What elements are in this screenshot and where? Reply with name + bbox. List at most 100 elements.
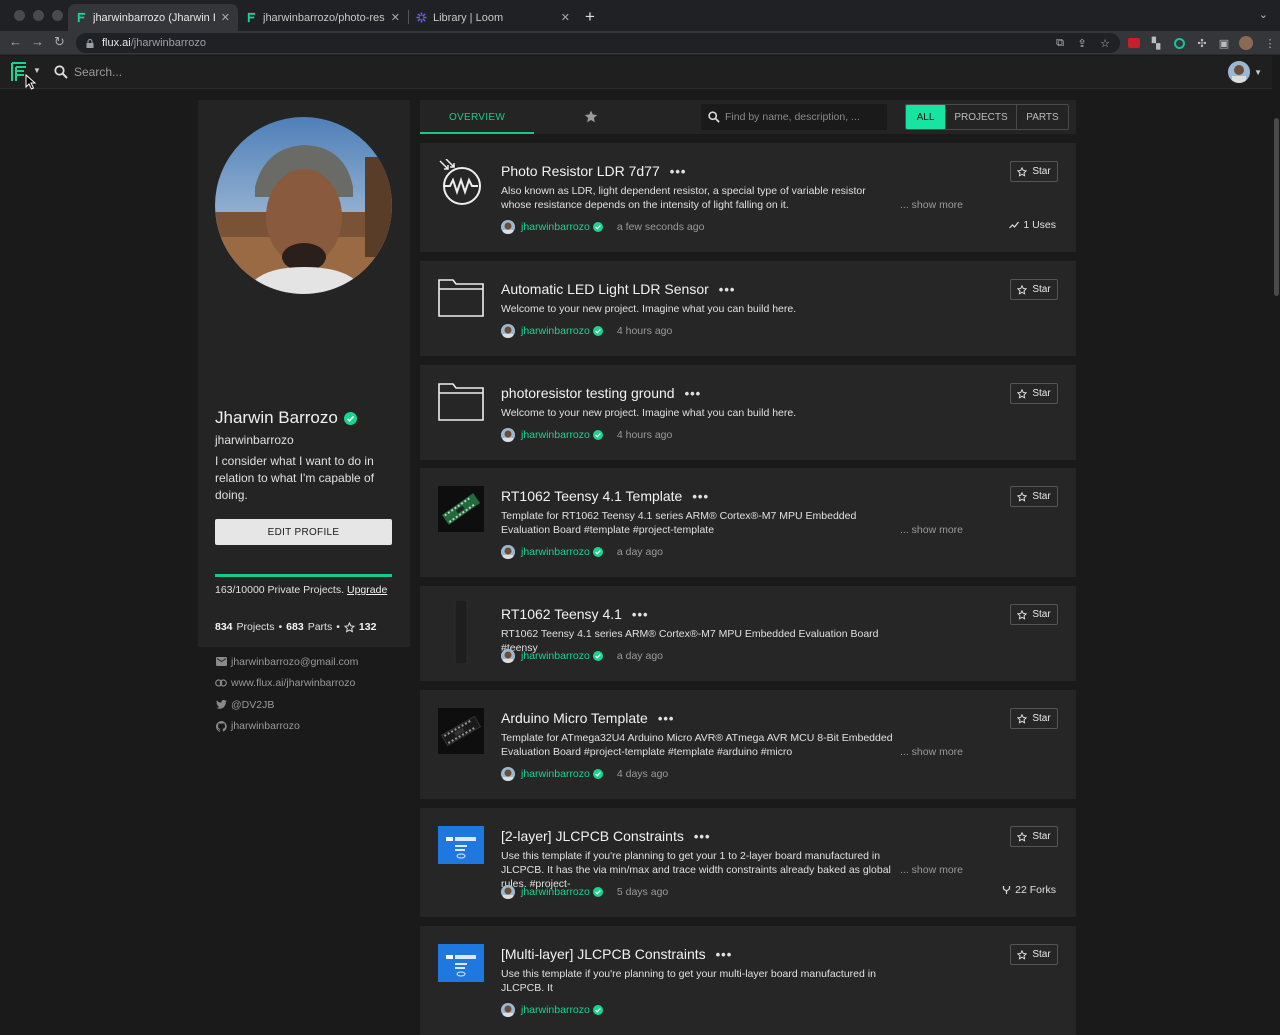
more-options-icon[interactable]: ••• <box>719 282 736 297</box>
more-options-icon[interactable]: ••• <box>658 711 675 726</box>
project-title[interactable]: Photo Resistor LDR 7d77 ••• <box>501 163 686 179</box>
author-name[interactable]: jharwinbarrozo <box>521 221 590 233</box>
author-name[interactable]: jharwinbarrozo <box>521 1004 590 1016</box>
star-button[interactable]: Star <box>1010 383 1058 404</box>
tab-search-chevron-icon[interactable]: ⌄ <box>1259 8 1268 21</box>
more-options-icon[interactable]: ••• <box>694 829 711 844</box>
author-avatar[interactable] <box>501 649 515 663</box>
tab-close-icon[interactable]: ✕ <box>221 11 230 24</box>
author-avatar[interactable] <box>501 767 515 781</box>
star-button[interactable]: Star <box>1010 944 1058 965</box>
author-avatar[interactable] <box>501 545 515 559</box>
project-card[interactable]: Photo Resistor LDR 7d77 ••• Also known as … <box>420 143 1076 252</box>
address-bar[interactable]: flux.ai/jharwinbarrozo <box>76 33 1120 53</box>
browser-tab-loom[interactable]: Library | Loom ✕ <box>408 4 578 31</box>
project-title-text[interactable]: RT1062 Teensy 4.1 Template <box>501 488 682 504</box>
project-card[interactable]: RT1062 Teensy 4.1 Template ••• Template fo… <box>420 468 1076 577</box>
project-title[interactable]: RT1062 Teensy 4.1 ••• <box>501 606 649 622</box>
project-title-text[interactable]: Arduino Micro Template <box>501 710 648 726</box>
window-controls[interactable] <box>14 10 63 21</box>
stars-count[interactable]: 132 <box>359 621 377 633</box>
reload-icon[interactable]: ↻ <box>54 34 65 50</box>
lastpass-extension-icon[interactable] <box>1127 36 1141 50</box>
browser-tab-profile[interactable]: jharwinbarrozo (Jharwin Barrozo) ✕ <box>68 4 238 31</box>
star-button[interactable]: Star <box>1010 708 1058 729</box>
projects-label[interactable]: Projects <box>237 621 275 633</box>
tab-starred-star-icon[interactable] <box>584 110 598 124</box>
browser-profile-avatar[interactable] <box>1239 36 1253 50</box>
show-more-link[interactable]: ... show more <box>900 199 963 211</box>
author-name[interactable]: jharwinbarrozo <box>521 768 590 780</box>
forward-arrow-icon[interactable]: → <box>31 34 44 49</box>
filter-all-button[interactable]: ALL <box>906 105 945 129</box>
project-title-text[interactable]: photoresistor testing ground <box>501 385 675 401</box>
author-avatar[interactable] <box>501 220 515 234</box>
star-button[interactable]: Star <box>1010 161 1058 182</box>
close-window-button[interactable] <box>14 10 25 21</box>
project-card[interactable]: [2-layer] JLCPCB Constraints ••• Use this … <box>420 808 1076 917</box>
project-title[interactable]: [2-layer] JLCPCB Constraints ••• <box>501 828 711 844</box>
open-external-icon[interactable]: ⧉ <box>1053 36 1067 50</box>
share-icon[interactable]: ⇪ <box>1075 36 1089 50</box>
project-title[interactable]: [Multi-layer] JLCPCB Constraints ••• <box>501 946 732 962</box>
puzzle-extensions-icon[interactable]: ✣ <box>1195 36 1209 50</box>
tab-overview[interactable]: OVERVIEW <box>420 100 534 134</box>
project-title[interactable]: Arduino Micro Template ••• <box>501 710 674 726</box>
more-options-icon[interactable]: ••• <box>632 607 649 622</box>
tab-close-icon[interactable]: ✕ <box>391 11 400 24</box>
author-avatar[interactable] <box>501 324 515 338</box>
star-button[interactable]: Star <box>1010 826 1058 847</box>
global-search-input[interactable] <box>74 63 374 81</box>
project-title-text[interactable]: [2-layer] JLCPCB Constraints <box>501 828 684 844</box>
author-name[interactable]: jharwinbarrozo <box>521 325 590 337</box>
browser-tab-photo-resistor[interactable]: jharwinbarrozo/photo-resistor-ldr ✕ <box>238 4 408 31</box>
project-title-text[interactable]: [Multi-layer] JLCPCB Constraints <box>501 946 706 962</box>
new-tab-button[interactable]: + <box>585 7 595 27</box>
github-link[interactable]: jharwinbarrozo <box>215 716 358 738</box>
show-more-link[interactable]: ... show more <box>900 524 963 536</box>
show-more-link[interactable]: ... show more <box>900 746 963 758</box>
star-button[interactable]: Star <box>1010 604 1058 625</box>
back-arrow-icon[interactable]: ← <box>9 34 22 49</box>
bookmark-star-icon[interactable]: ☆ <box>1098 36 1112 50</box>
project-title-text[interactable]: Automatic LED Light LDR Sensor <box>501 281 709 297</box>
project-card[interactable]: photoresistor testing ground ••• Welcome t… <box>420 365 1076 460</box>
project-title[interactable]: photoresistor testing ground ••• <box>501 385 701 401</box>
user-menu-chevron-icon[interactable]: ▼ <box>1254 68 1262 77</box>
star-button[interactable]: Star <box>1010 486 1058 507</box>
more-options-icon[interactable]: ••• <box>692 489 709 504</box>
author-avatar[interactable] <box>501 1003 515 1017</box>
project-card[interactable]: RT1062 Teensy 4.1 ••• RT1062 Teensy 4.1 se… <box>420 586 1076 681</box>
author-avatar[interactable] <box>501 885 515 899</box>
website-link[interactable]: www.flux.ai/jharwinbarrozo <box>215 673 358 695</box>
project-card[interactable]: Automatic LED Light LDR Sensor ••• Welcome… <box>420 261 1076 356</box>
browser-menu-icon[interactable]: ⋮ <box>1263 36 1277 50</box>
page-scrollbar[interactable] <box>1272 56 1280 972</box>
project-card[interactable]: [Multi-layer] JLCPCB Constraints ••• Use t… <box>420 926 1076 1035</box>
author-name[interactable]: jharwinbarrozo <box>521 546 590 558</box>
author-name[interactable]: jharwinbarrozo <box>521 650 590 662</box>
filter-search-input[interactable] <box>725 108 880 126</box>
email-link[interactable]: jharwinbarrozo@gmail.com <box>215 651 358 673</box>
project-title[interactable]: RT1062 Teensy 4.1 Template ••• <box>501 488 709 504</box>
star-button[interactable]: Star <box>1010 279 1058 300</box>
filter-projects-button[interactable]: PROJECTS <box>945 105 1016 129</box>
project-title-text[interactable]: RT1062 Teensy 4.1 <box>501 606 622 622</box>
twitter-link[interactable]: @DV2JB <box>215 694 358 716</box>
upgrade-link[interactable]: Upgrade <box>347 584 387 596</box>
extension-icon[interactable]: ▚ <box>1149 36 1163 50</box>
author-name[interactable]: jharwinbarrozo <box>521 429 590 441</box>
author-name[interactable]: jharwinbarrozo <box>521 886 590 898</box>
filter-parts-button[interactable]: PARTS <box>1016 105 1068 129</box>
project-title-text[interactable]: Photo Resistor LDR 7d77 <box>501 163 660 179</box>
more-options-icon[interactable]: ••• <box>685 386 702 401</box>
more-options-icon[interactable]: ••• <box>670 164 687 179</box>
side-panel-icon[interactable]: ▣ <box>1217 36 1231 50</box>
more-options-icon[interactable]: ••• <box>716 947 733 962</box>
scrollbar-thumb[interactable] <box>1274 118 1279 296</box>
show-more-link[interactable]: ... show more <box>900 864 963 876</box>
minimize-window-button[interactable] <box>33 10 44 21</box>
maximize-window-button[interactable] <box>52 10 63 21</box>
project-card[interactable]: Arduino Micro Template ••• Template for AT… <box>420 690 1076 799</box>
tab-close-icon[interactable]: ✕ <box>561 11 570 24</box>
